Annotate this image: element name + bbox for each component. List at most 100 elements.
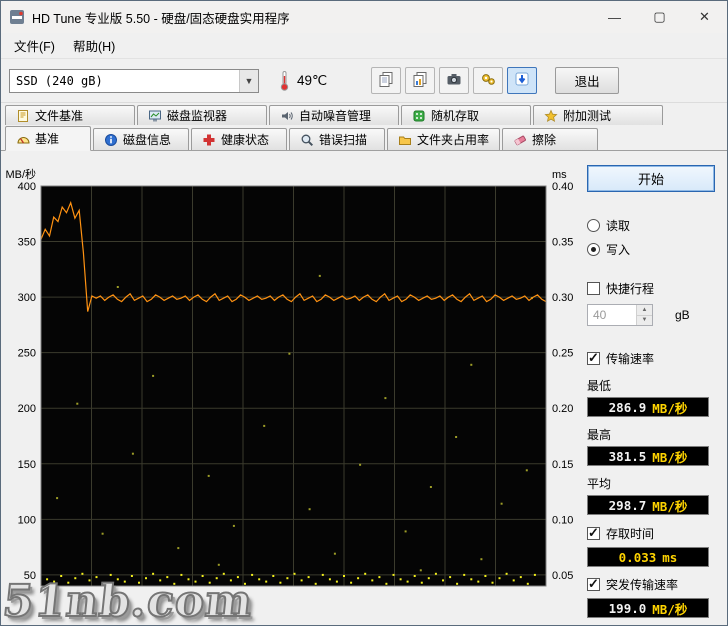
tab-label: 文件基准 — [35, 109, 84, 123]
gauge-icon — [16, 132, 30, 146]
access-time-checkbox[interactable]: 存取时间 — [587, 525, 723, 542]
options-button[interactable] — [473, 67, 504, 94]
svg-text:100: 100 — [18, 514, 36, 526]
menu-help[interactable]: 帮助(H) — [64, 32, 124, 59]
tab-file-benchmark[interactable]: 文件基准 — [5, 105, 135, 125]
svg-text:0.15: 0.15 — [552, 459, 573, 471]
menubar: 文件(F) 帮助(H) — [1, 33, 727, 59]
max-value: 381.5 — [608, 448, 647, 464]
spinner[interactable]: ▲ ▼ — [636, 305, 652, 325]
burst-rate-value: 199.0 — [608, 600, 647, 616]
toolbar: SSD (240 gB) ▼ 49℃ 退出 — [1, 59, 727, 103]
tab-label: 自动噪音管理 — [299, 109, 372, 123]
tab-label: 磁盘监视器 — [167, 109, 228, 123]
benchmark-controls: 开始 读取 写入 快捷行程 40 ▲ ▼ gB ✓ 传输速率 最低 286.9 … — [587, 165, 723, 625]
avg-unit: MB/秒 — [652, 498, 688, 514]
tab-disk-monitor[interactable]: 磁盘监视器 — [137, 105, 267, 125]
tab-label: 错误扫描 — [319, 133, 368, 147]
copy-image-icon — [412, 71, 428, 90]
svg-text:0.40: 0.40 — [552, 181, 573, 193]
screenshot-button[interactable] — [439, 67, 470, 94]
file-benchmark-icon — [16, 109, 30, 123]
menu-file[interactable]: 文件(F) — [5, 32, 64, 59]
access-time-value: 0.033 — [618, 549, 657, 565]
radio-write-icon — [587, 243, 600, 256]
tab-label: 健康状态 — [221, 133, 270, 147]
tab-label: 擦除 — [532, 133, 557, 147]
eraser-icon — [513, 133, 527, 147]
avg-value: 298.7 — [608, 497, 647, 513]
tab-health[interactable]: 健康状态 — [191, 128, 287, 150]
max-value-display: 381.5 MB/秒 — [587, 446, 709, 466]
temperature-value: 49℃ — [297, 72, 328, 88]
tab-disk-info[interactable]: 磁盘信息 — [93, 128, 189, 150]
svg-text:50: 50 — [24, 570, 36, 582]
health-cross-icon — [202, 133, 216, 147]
random-access-icon — [412, 109, 426, 123]
tab-aam[interactable]: 自动噪音管理 — [269, 105, 399, 125]
access-time-unit: ms — [662, 549, 678, 565]
camera-icon — [446, 71, 462, 90]
min-label: 最低 — [587, 379, 612, 393]
svg-text:150: 150 — [18, 459, 36, 471]
svg-text:0.35: 0.35 — [552, 237, 573, 249]
burst-rate-checkbox[interactable]: 突发传输速率 — [587, 576, 723, 593]
burst-rate-unit: MB/秒 — [652, 601, 688, 617]
svg-text:200: 200 — [18, 403, 36, 415]
tab-error-scan[interactable]: 错误扫描 — [289, 128, 385, 150]
star-icon — [544, 108, 558, 123]
tab-extra-tests[interactable]: 附加测试 — [533, 105, 663, 125]
minimize-button[interactable]: — — [592, 1, 637, 33]
tab-erase[interactable]: 擦除 — [502, 128, 599, 150]
read-radio[interactable]: 读取 — [587, 217, 723, 234]
tab-random-access[interactable]: 随机存取 — [401, 105, 531, 125]
tabrow-lower: 基准 磁盘信息 健康状态 错误扫描 文件夹占用率 擦除 — [1, 125, 727, 151]
tab-folder-usage[interactable]: 文件夹占用率 — [387, 128, 501, 150]
drive-select[interactable]: SSD (240 gB) ▼ — [9, 68, 259, 93]
copy-text-button[interactable] — [371, 67, 402, 94]
min-value-display: 286.9 MB/秒 — [587, 397, 709, 417]
tab-label: 附加测试 — [563, 109, 612, 123]
svg-text:350: 350 — [18, 237, 36, 249]
spinner-up-icon[interactable]: ▲ — [637, 305, 652, 316]
window-title: HD Tune 专业版 5.50 - 硬盘/固态硬盘实用程序 — [32, 11, 290, 26]
avg-label: 平均 — [587, 477, 612, 491]
radio-read-icon — [587, 219, 600, 232]
copy-image-button[interactable] — [405, 67, 436, 94]
chevron-down-icon: ▼ — [239, 69, 258, 92]
svg-text:0.05: 0.05 — [552, 570, 573, 582]
avg-value-display: 298.7 MB/秒 — [587, 495, 709, 515]
burst-rate-checkbox-icon — [587, 576, 600, 592]
svg-text:MB/秒: MB/秒 — [5, 167, 36, 181]
max-unit: MB/秒 — [652, 449, 688, 465]
max-label: 最高 — [587, 428, 612, 442]
svg-text:400: 400 — [18, 181, 36, 193]
disk-monitor-icon — [148, 109, 162, 123]
svg-text:0.25: 0.25 — [552, 348, 573, 360]
transfer-rate-checkbox[interactable]: 传输速率 — [587, 350, 723, 367]
min-value: 286.9 — [608, 399, 647, 415]
tab-benchmark[interactable]: 基准 — [5, 126, 91, 151]
temperature-icon — [279, 70, 290, 91]
svg-text:250: 250 — [18, 348, 36, 360]
svg-text:300: 300 — [18, 292, 36, 304]
window-controls: — ▢ ✕ — [592, 1, 727, 33]
access-time-display: 0.033 ms — [587, 547, 709, 567]
gears-icon — [480, 71, 496, 90]
svg-text:0.10: 0.10 — [552, 514, 573, 526]
save-results-button[interactable] — [507, 67, 538, 94]
maximize-button[interactable]: ▢ — [637, 1, 682, 33]
tab-label: 文件夹占用率 — [417, 133, 490, 147]
short-stroke-checkbox[interactable]: 快捷行程 — [587, 280, 723, 297]
app-icon — [9, 9, 25, 25]
tab-label: 基准 — [35, 132, 60, 146]
short-stroke-unit: gB — [675, 308, 690, 322]
start-button[interactable]: 开始 — [587, 165, 715, 192]
spinner-down-icon[interactable]: ▼ — [637, 315, 652, 325]
close-button[interactable]: ✕ — [682, 1, 727, 33]
short-stroke-input[interactable]: 40 ▲ ▼ — [587, 304, 653, 326]
radio-write-label: 写入 — [606, 243, 631, 257]
write-radio[interactable]: 写入 — [587, 241, 723, 258]
exit-button[interactable]: 退出 — [555, 67, 620, 94]
benchmark-chart: 400 350 300 250 200 150 100 50 0.40 0.35 0.30 0.25 0… — [5, 167, 573, 587]
